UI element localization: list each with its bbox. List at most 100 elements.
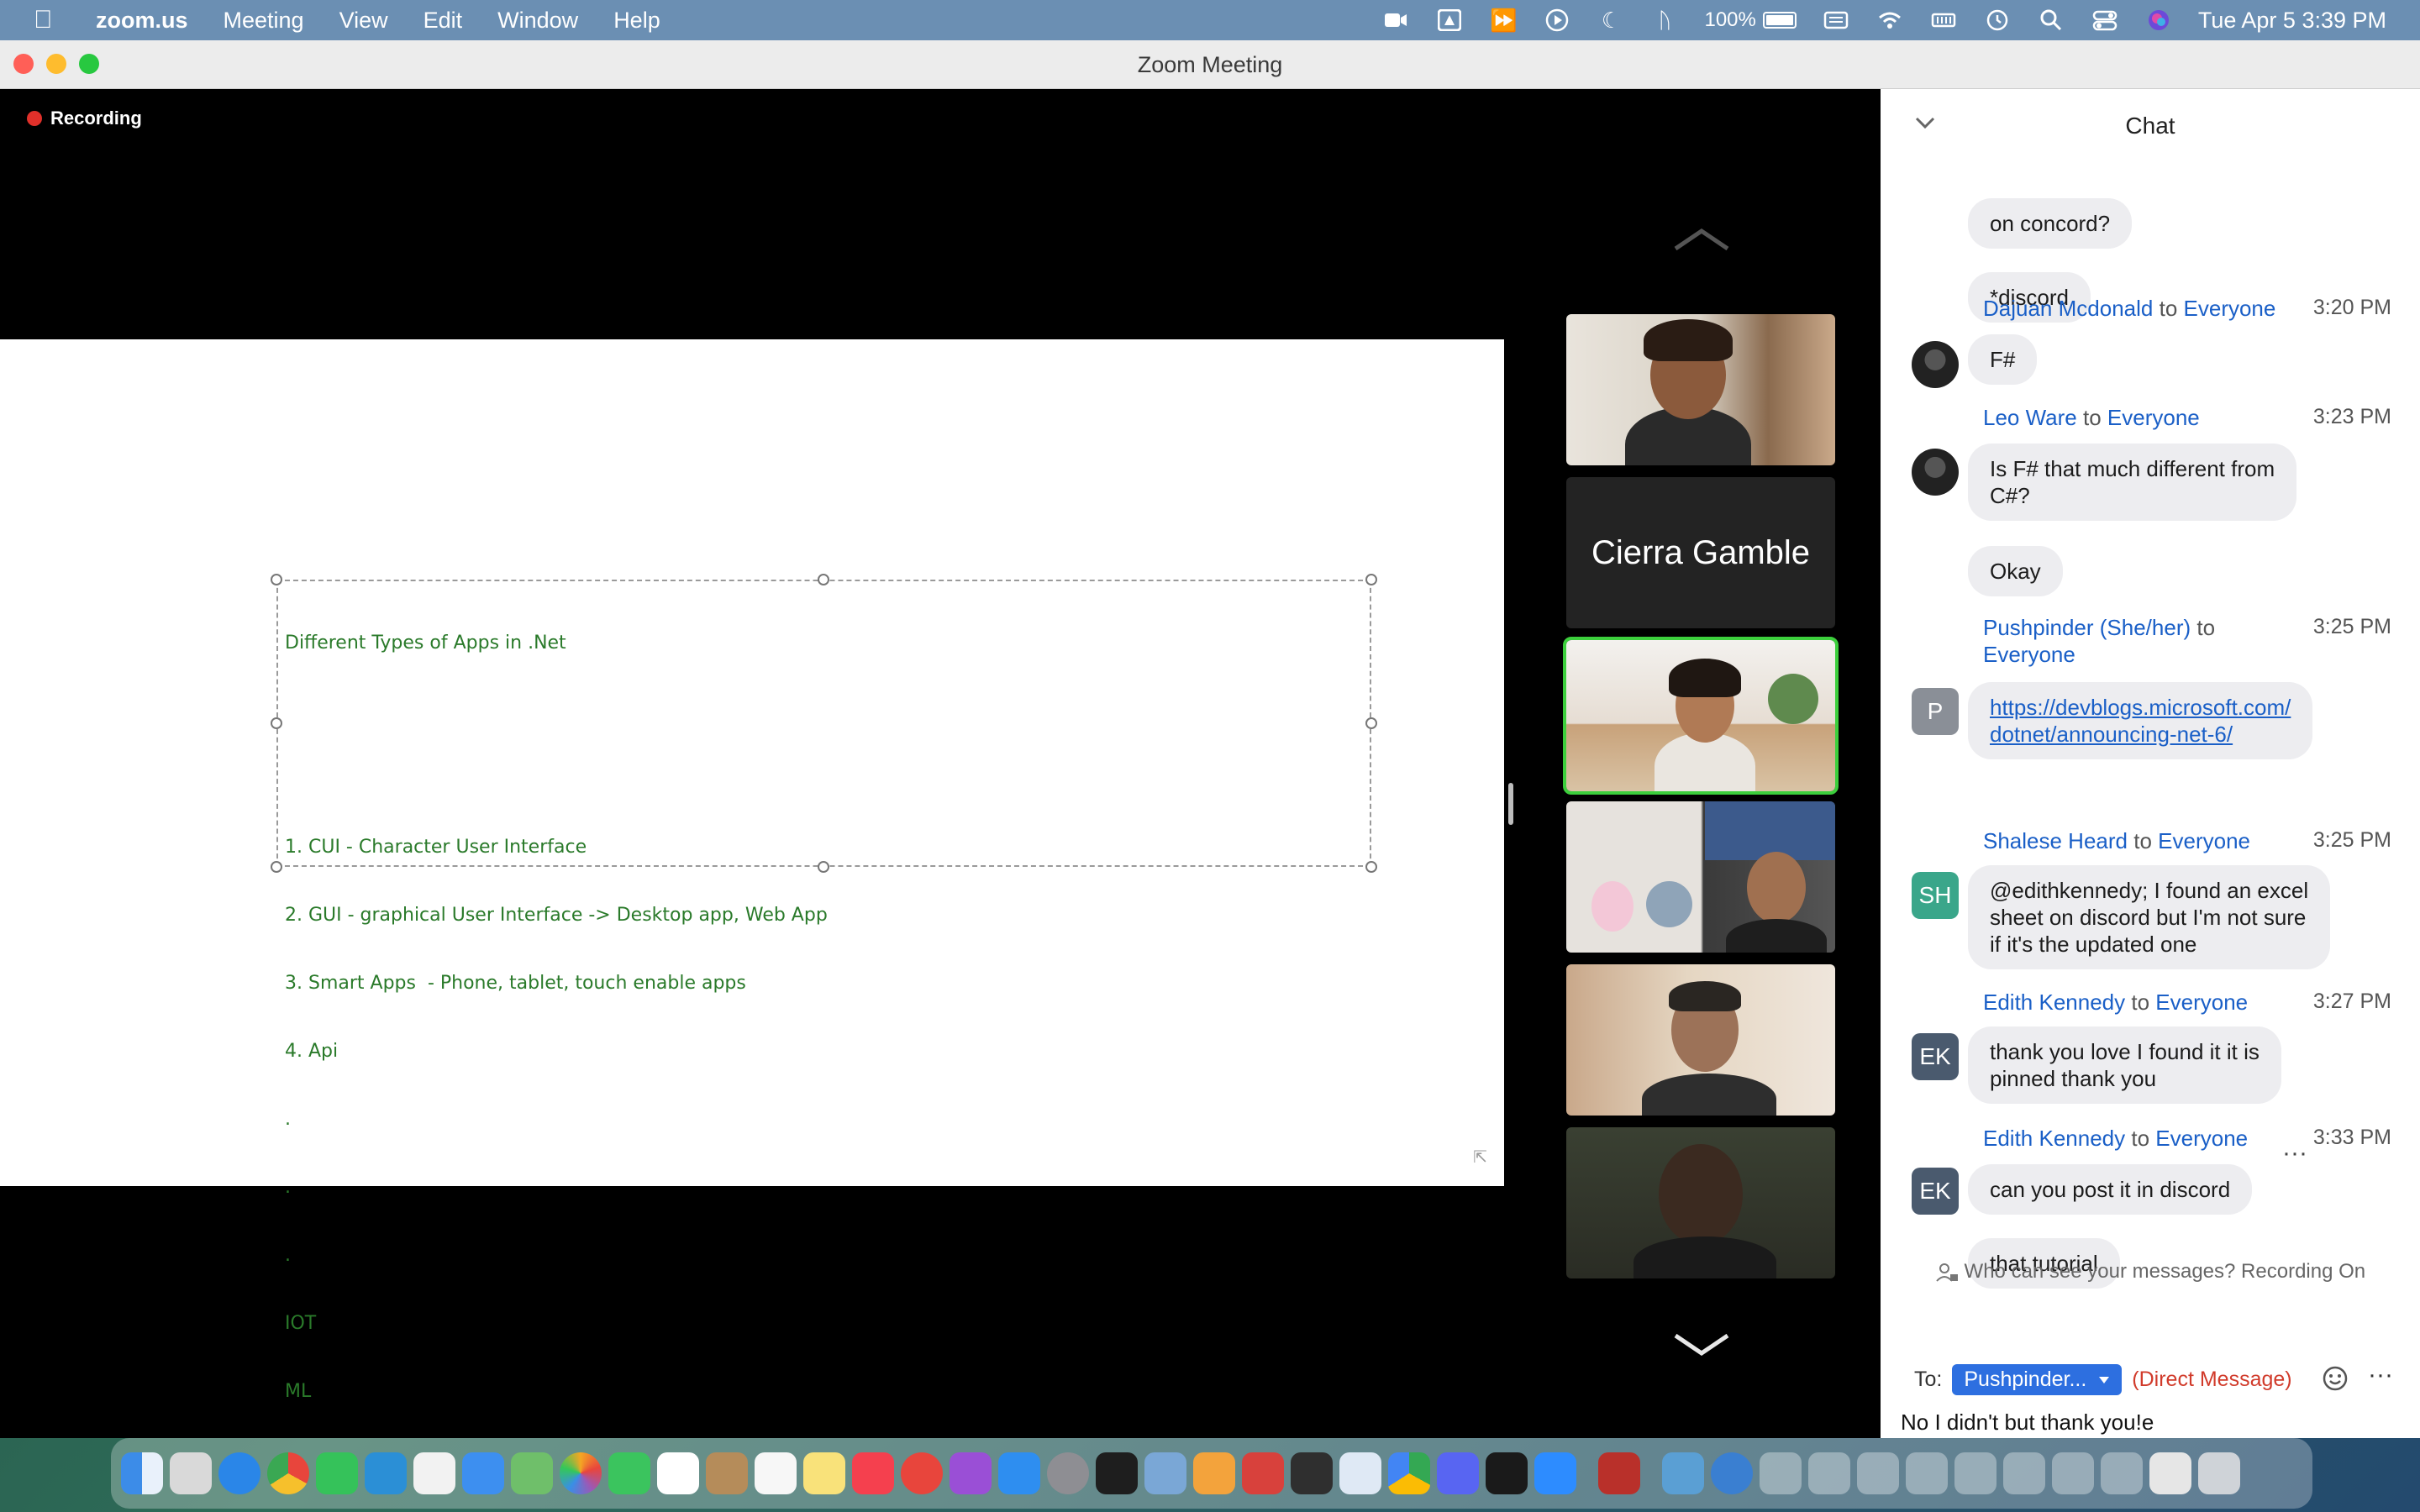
reminders-icon[interactable] [755, 1452, 797, 1494]
vscode-icon[interactable] [365, 1452, 407, 1494]
trash-icon[interactable] [2198, 1452, 2240, 1494]
recipient-name[interactable]: Everyone [2155, 990, 2248, 1015]
safari-icon[interactable] [218, 1452, 260, 1494]
sender-name[interactable]: Shalese Heard [1983, 828, 2128, 853]
chat-message[interactable]: F# [1968, 334, 2038, 385]
person-app-icon[interactable] [1339, 1452, 1381, 1494]
avatar[interactable] [1912, 341, 1959, 388]
zoom-icon[interactable] [1534, 1452, 1576, 1494]
drive-icon[interactable] [1435, 8, 1464, 33]
contacts-icon[interactable] [706, 1452, 748, 1494]
active-speaker-tile[interactable] [1563, 637, 1839, 795]
recipient-name[interactable]: Everyone [1983, 642, 2075, 667]
chat-message-input[interactable] [1901, 1410, 2396, 1436]
chat-message[interactable]: @edithkennedy; I found an excel sheet on… [1968, 865, 2331, 969]
minimized-window-icon[interactable] [2003, 1452, 2045, 1494]
chat-message[interactable]: Is F# that much different from C#? [1968, 444, 2297, 521]
resize-handle[interactable] [271, 717, 282, 729]
facetime-icon[interactable] [608, 1452, 650, 1494]
network-icon[interactable] [1711, 1452, 1753, 1494]
menu-app-name[interactable]: zoom.us [96, 8, 188, 34]
apple-icon[interactable]:  [34, 6, 67, 34]
play-circle-icon[interactable] [1543, 8, 1571, 33]
moon-icon[interactable]: ☾ [1597, 8, 1625, 33]
messages-icon[interactable] [316, 1452, 358, 1494]
message-visibility-note[interactable]: Who can see your messages? Recording On [1881, 1260, 2420, 1284]
textedit-icon[interactable] [413, 1452, 455, 1494]
video-tile[interactable] [1566, 314, 1835, 465]
calendar-icon[interactable] [657, 1452, 699, 1494]
control-center-icon[interactable] [2091, 8, 2119, 33]
zoom-camera-icon[interactable] [1381, 8, 1410, 33]
recipient-name[interactable]: Everyone [2155, 1126, 2248, 1151]
ableton-live-icon[interactable] [1291, 1452, 1333, 1494]
music-app-icon[interactable] [901, 1452, 943, 1494]
wifi-icon[interactable] [1876, 8, 1904, 33]
pages-icon[interactable] [1193, 1452, 1235, 1494]
shared-screen[interactable]: Different Types of Apps in .Net 1. CUI -… [0, 339, 1504, 1402]
video-tile[interactable] [1566, 801, 1835, 953]
shared-text-box[interactable]: Different Types of Apps in .Net 1. CUI -… [271, 574, 1377, 1402]
minimized-window-icon[interactable] [1906, 1452, 1948, 1494]
activity-monitor-icon[interactable] [1096, 1452, 1138, 1494]
time-machine-icon[interactable] [1983, 8, 2012, 33]
app-store-icon[interactable] [998, 1452, 1040, 1494]
sender-name[interactable]: Edith Kennedy [1983, 990, 2125, 1015]
minimized-window-icon[interactable] [1954, 1452, 1996, 1494]
gallery-up-chevron-icon[interactable] [1672, 227, 1731, 252]
mail-icon[interactable] [462, 1452, 504, 1494]
red-app-icon[interactable] [1242, 1452, 1284, 1494]
recording-indicator[interactable]: Recording [27, 108, 142, 129]
finder-icon[interactable] [121, 1452, 163, 1494]
resize-handle[interactable] [271, 574, 282, 585]
chat-message[interactable]: thank you love I found it it is pinned t… [1968, 1026, 2281, 1104]
bluetooth-icon[interactable]: ᚢ [1650, 8, 1679, 33]
avatar[interactable] [1912, 449, 1959, 496]
google-drive-icon[interactable] [1388, 1452, 1430, 1494]
recipient-name[interactable]: Everyone [2158, 828, 2250, 853]
minimized-window-icon[interactable] [2101, 1452, 2143, 1494]
resize-corner-icon[interactable]: ⇱ [1473, 1147, 1487, 1168]
minimized-window-icon[interactable] [1808, 1452, 1850, 1494]
launchpad-icon[interactable] [170, 1452, 212, 1494]
downloads-stack-icon[interactable] [2149, 1452, 2191, 1494]
gallery-down-chevron-icon[interactable] [1672, 1332, 1731, 1357]
more-options-button[interactable]: ··· [2368, 1361, 2393, 1389]
photos-icon[interactable] [560, 1452, 602, 1494]
dictionary-icon[interactable] [1598, 1452, 1640, 1494]
discord-icon[interactable] [1437, 1452, 1479, 1494]
screenshot-folder-icon[interactable] [1662, 1452, 1704, 1494]
resize-handle[interactable] [1365, 574, 1377, 585]
search-icon[interactable] [2037, 8, 2065, 33]
minimized-window-icon[interactable] [2052, 1452, 2094, 1494]
avatar[interactable]: EK [1912, 1168, 1959, 1215]
sender-name[interactable]: Edith Kennedy [1983, 1126, 2125, 1151]
resize-handle[interactable] [271, 861, 282, 873]
sender-name[interactable]: Dajuan Mcdonald [1983, 296, 2153, 321]
chat-link-message[interactable]: https://devblogs.microsoft.com/ dotnet/a… [1968, 682, 2313, 759]
menubar-clock[interactable]: Tue Apr 5 3:39 PM [2198, 8, 2386, 34]
video-tile[interactable] [1566, 1127, 1835, 1278]
music-icon[interactable] [852, 1452, 894, 1494]
avatar[interactable]: SH [1912, 872, 1959, 919]
menu-window[interactable]: Window [497, 8, 578, 34]
memory-icon[interactable] [1929, 8, 1958, 33]
chat-message[interactable]: can you post it in discord [1968, 1164, 2253, 1215]
notes-icon[interactable] [803, 1452, 845, 1494]
minimized-window-icon[interactable] [1857, 1452, 1899, 1494]
system-preferences-icon[interactable] [1047, 1452, 1089, 1494]
chat-message[interactable]: Okay [1968, 546, 2063, 596]
terminal-icon[interactable] [1486, 1452, 1528, 1494]
emoji-icon[interactable] [2321, 1364, 2349, 1393]
resize-handle[interactable] [1365, 717, 1377, 729]
battery-indicator[interactable]: 100% [1704, 8, 1797, 32]
fast-forward-icon[interactable]: ⏩ [1489, 8, 1518, 33]
keyboard-icon[interactable] [1822, 8, 1850, 33]
siri-icon[interactable] [2144, 8, 2173, 33]
sender-name[interactable]: Pushpinder (She/her) [1983, 615, 2191, 640]
menu-help[interactable]: Help [613, 8, 660, 34]
video-tile[interactable] [1566, 964, 1835, 1116]
podcasts-icon[interactable] [950, 1452, 992, 1494]
split-divider-handle[interactable] [1508, 783, 1513, 825]
recipient-name[interactable]: Everyone [2184, 296, 2276, 321]
